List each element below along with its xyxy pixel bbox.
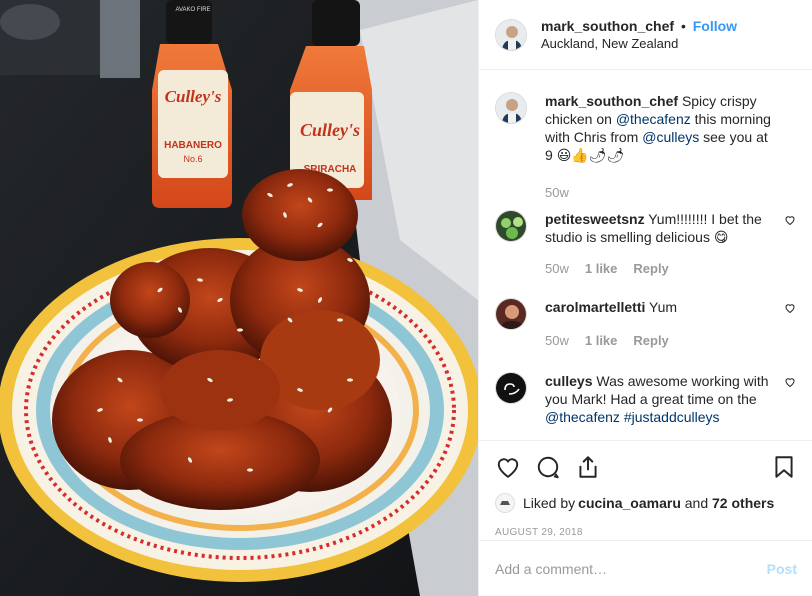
- comment-body: culleys Was awesome working with you Mar…: [545, 372, 777, 426]
- follow-button[interactable]: Follow: [693, 18, 737, 34]
- caption-body: mark_southon_chef Spicy crispy chicken o…: [545, 92, 777, 202]
- post-comment-button[interactable]: Post: [767, 561, 797, 577]
- comment-item: carolmartelletti Yum 50w 1 like Reply: [495, 298, 796, 350]
- comment-like-heart-icon[interactable]: [784, 302, 796, 314]
- food-photo-illustration: Culley's HABANERO No.6 AVAKO FIRE Culley…: [0, 0, 478, 596]
- share-icon[interactable]: [575, 454, 601, 480]
- mention-thecafenz[interactable]: @thecafenz: [545, 409, 620, 425]
- likes-others[interactable]: 72 others: [712, 495, 774, 511]
- comment-username[interactable]: carolmartelletti: [545, 299, 645, 315]
- post-header: mark_southon_chef • Follow Auckland, New…: [479, 0, 812, 70]
- author-username[interactable]: mark_southon_chef: [541, 18, 674, 34]
- comment-like-heart-icon[interactable]: [784, 214, 796, 226]
- reply-button[interactable]: Reply: [633, 260, 668, 278]
- liker-username[interactable]: cucina_oamaru: [578, 495, 681, 511]
- caption-time[interactable]: 50w: [545, 184, 569, 202]
- bottle2-brand: Culley's: [300, 120, 360, 140]
- reply-button[interactable]: Reply: [633, 332, 668, 350]
- instagram-post: Culley's HABANERO No.6 AVAKO FIRE Culley…: [0, 0, 812, 596]
- person-avatar-icon: [496, 299, 526, 329]
- culleys-logo-avatar-icon: [496, 373, 526, 403]
- comment-time[interactable]: 50w: [545, 332, 569, 350]
- liker-avatar-icon[interactable]: [495, 493, 515, 513]
- caption-avatar[interactable]: [495, 92, 527, 124]
- post-actions: Liked by cucina_oamaru and 72 others AUG…: [479, 440, 812, 538]
- comment-body: petitesweetsnz Yum!!!!!!!! I bet the stu…: [545, 210, 777, 278]
- action-icons: [495, 441, 797, 493]
- macarons-avatar-icon: [496, 211, 526, 241]
- post-date[interactable]: AUGUST 29, 2018: [495, 527, 797, 538]
- comment-likes[interactable]: 1 like: [585, 332, 618, 350]
- post-location[interactable]: Auckland, New Zealand: [541, 35, 737, 52]
- chef-avatar-icon: [496, 19, 526, 50]
- bottle1-cap-text: AVAKO FIRE: [175, 7, 210, 13]
- bookmark-icon[interactable]: [771, 454, 797, 480]
- likes-prefix: Liked by: [523, 495, 576, 511]
- comment-likes[interactable]: 1 like: [585, 260, 618, 278]
- add-comment-bar: Add a comment… Post: [479, 540, 812, 596]
- comment-item: culleys Was awesome working with you Mar…: [495, 372, 796, 426]
- bottle1-flavor: HABANERO: [164, 140, 222, 151]
- comment-username[interactable]: petitesweetsnz: [545, 211, 645, 227]
- bottle1-brand: Culley's: [165, 87, 222, 106]
- comment-body: carolmartelletti Yum 50w 1 like Reply: [545, 298, 777, 350]
- commenter-avatar[interactable]: [495, 372, 527, 404]
- mention-culleys[interactable]: @culleys: [642, 129, 699, 145]
- heart-icon[interactable]: [495, 454, 521, 480]
- comment-text: Yum: [649, 299, 678, 315]
- author-avatar[interactable]: [495, 18, 527, 51]
- comment-username[interactable]: culleys: [545, 373, 592, 389]
- commenter-avatar[interactable]: [495, 210, 527, 242]
- post-side-panel: mark_southon_chef • Follow Auckland, New…: [478, 0, 812, 596]
- comment-like-heart-icon[interactable]: [784, 376, 796, 388]
- header-separator: •: [680, 17, 686, 34]
- caption-username[interactable]: mark_southon_chef: [545, 93, 678, 109]
- commenter-avatar[interactable]: [495, 298, 527, 330]
- bottle1-number: No.6: [183, 154, 202, 164]
- caption-emojis: 😃👍🌶🌶: [556, 147, 625, 163]
- comment-icon[interactable]: [535, 454, 561, 480]
- likes-summary: Liked by cucina_oamaru and 72 others: [495, 493, 797, 513]
- chef-avatar-icon: [496, 93, 526, 123]
- hashtag-justaddculleys[interactable]: #justaddculleys: [624, 409, 720, 425]
- comment-item: petitesweetsnz Yum!!!!!!!! I bet the stu…: [495, 210, 796, 278]
- comment-input[interactable]: Add a comment…: [495, 561, 767, 577]
- likes-and: and: [680, 495, 713, 511]
- post-photo[interactable]: Culley's HABANERO No.6 AVAKO FIRE Culley…: [0, 0, 478, 596]
- comment-time[interactable]: 50w: [545, 260, 569, 278]
- caption: mark_southon_chef Spicy crispy chicken o…: [495, 92, 796, 202]
- mention-thecafenz[interactable]: @thecafenz: [616, 111, 691, 127]
- header-text: mark_southon_chef • Follow Auckland, New…: [541, 18, 737, 52]
